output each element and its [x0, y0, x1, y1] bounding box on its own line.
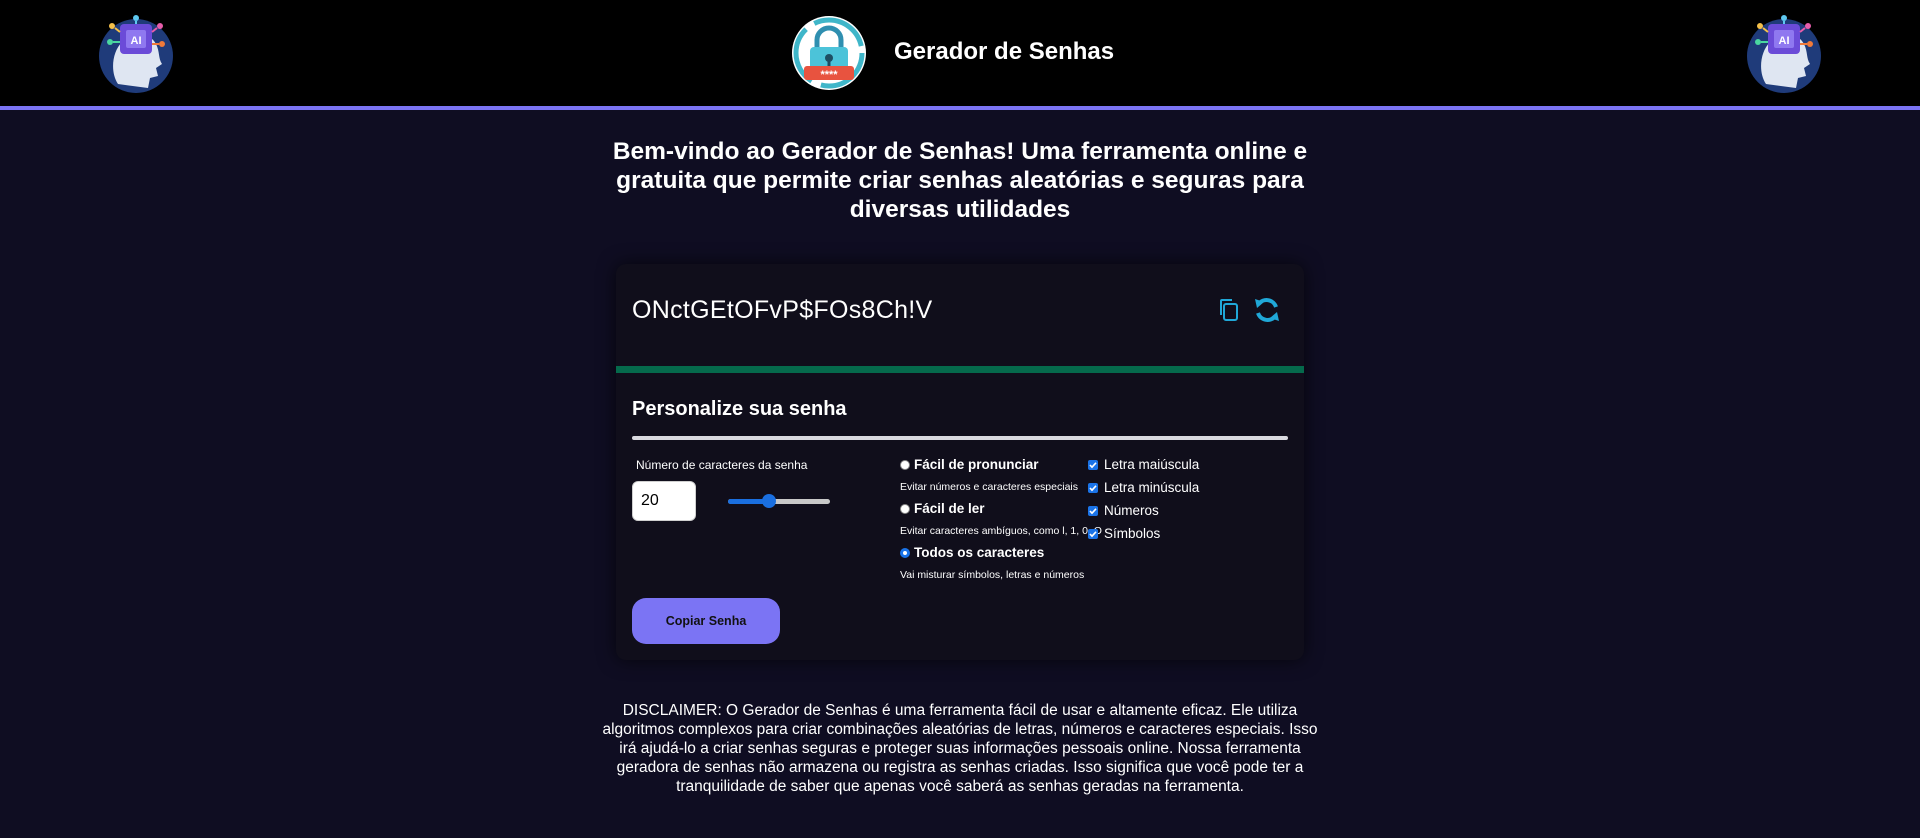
checkbox-label-lowercase[interactable]: Letra minúscula [1104, 480, 1199, 495]
check-icon [1089, 485, 1097, 492]
welcome-heading: Bem-vindo ao Gerador de Senhas! Uma ferr… [612, 138, 1308, 223]
checkbox-numbers[interactable] [1088, 506, 1098, 516]
radio-desc-pronounceable: Evitar números e caracteres especiais [900, 481, 1078, 493]
disclaimer-text: DISCLAIMER: O Gerador de Senhas é uma fe… [602, 702, 1318, 795]
checkbox-lowercase[interactable] [1088, 483, 1098, 493]
site-title[interactable]: Gerador de Senhas [894, 38, 1114, 66]
check-icon [1089, 531, 1097, 538]
check-icon [1089, 462, 1097, 469]
site-header: AI **** Gerador de Senhas AI [0, 0, 1920, 110]
length-input[interactable] [632, 481, 696, 521]
section-divider [632, 436, 1288, 440]
radio-desc-all-characters: Vai misturar símbolos, letras e números [900, 569, 1085, 581]
ai-logo-label: AI [131, 35, 142, 47]
radio-all-characters[interactable] [900, 548, 910, 558]
ai-logo-label: AI [1779, 35, 1790, 47]
radio-easy-read[interactable] [900, 504, 910, 514]
checkbox-symbols[interactable] [1088, 529, 1098, 539]
length-label: Número de caracteres da senha [636, 458, 808, 472]
radio-label-pronounceable[interactable]: Fácil de pronunciar [914, 457, 1039, 472]
password-strength-bar [616, 366, 1304, 373]
radio-label-easy-read[interactable]: Fácil de ler [914, 501, 985, 516]
radio-desc-easy-read: Evitar caracteres ambíguos, como l, 1, 0… [900, 525, 1102, 537]
checkbox-label-symbols[interactable]: Símbolos [1104, 526, 1160, 541]
radio-label-all-characters[interactable]: Todos os caracteres [914, 545, 1044, 560]
copy-password-button[interactable]: Copiar Senha [632, 598, 780, 644]
password-display: ONctGEtOFvP$FOs8Ch!V [616, 264, 1304, 366]
customize-title: Personalize sua senha [632, 398, 847, 420]
ai-head-logo: AI [99, 15, 173, 93]
checkbox-label-numbers[interactable]: Números [1104, 503, 1159, 518]
radio-pronounceable[interactable] [900, 460, 910, 470]
lock-logo: **** [792, 16, 866, 90]
slider-thumb[interactable] [761, 494, 776, 508]
copy-icon[interactable] [1218, 298, 1240, 322]
lock-logo-label: **** [820, 69, 838, 81]
check-icon [1089, 508, 1097, 515]
password-generator-card: ONctGEtOFvP$FOs8Ch!V Personalize sua sen… [616, 264, 1304, 660]
generated-password[interactable]: ONctGEtOFvP$FOs8Ch!V [632, 296, 933, 325]
length-slider[interactable] [728, 494, 830, 508]
ai-head-logo: AI [1747, 15, 1821, 93]
checkbox-uppercase[interactable] [1088, 460, 1098, 470]
checkbox-label-uppercase[interactable]: Letra maiúscula [1104, 457, 1199, 472]
refresh-icon[interactable] [1253, 296, 1281, 324]
